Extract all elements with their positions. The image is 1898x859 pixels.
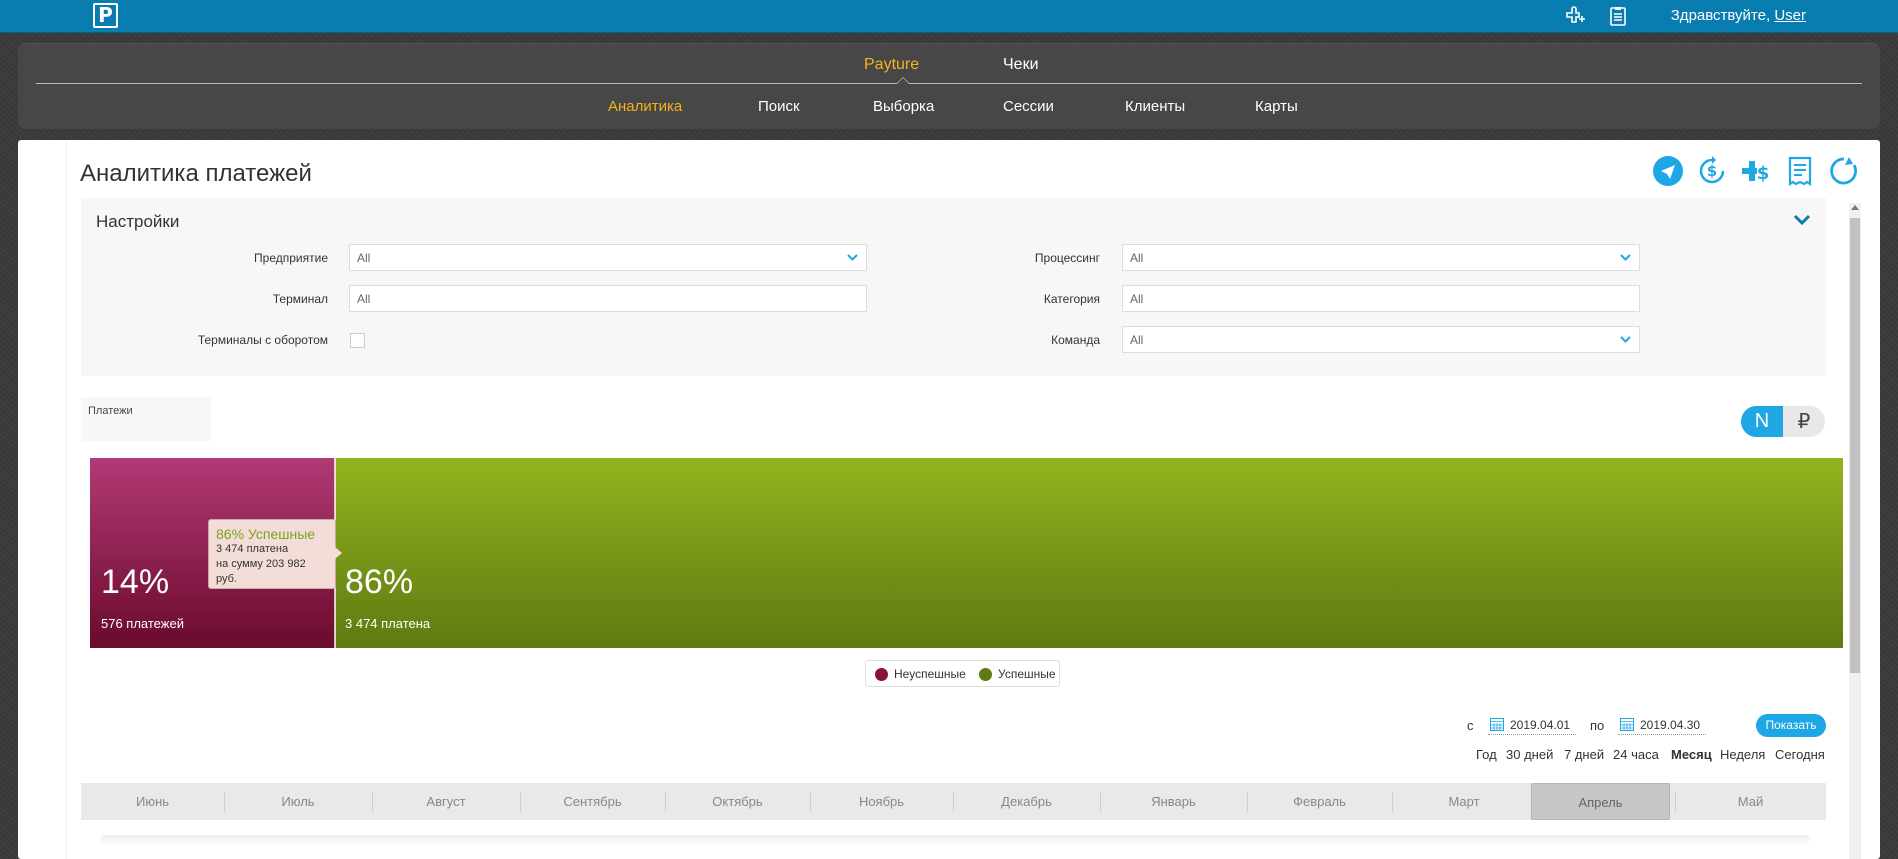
puzzle-plus-icon[interactable] <box>1563 5 1587 27</box>
user-link[interactable]: User <box>1774 7 1806 24</box>
chart-legend: Неуспешные Успешные <box>865 660 1060 687</box>
period-today[interactable]: Сегодня <box>1775 747 1825 762</box>
period-year[interactable]: Год <box>1476 747 1497 762</box>
section-shadow <box>100 835 1810 845</box>
nav-tab-receipts[interactable]: Чеки <box>1003 56 1039 74</box>
enterprise-label: Предприятие <box>254 251 328 265</box>
terminal-label: Терминал <box>272 292 328 306</box>
enterprise-select[interactable]: All <box>349 244 867 271</box>
failed-percent-label: 14% <box>101 563 170 601</box>
legend-item-success[interactable]: Успешные <box>998 667 1056 681</box>
period-month[interactable]: Месяц <box>1671 747 1712 762</box>
nav-sub-sessions[interactable]: Сессии <box>1003 98 1054 115</box>
month-april[interactable]: Апрель <box>1531 783 1670 820</box>
date-from-label: с <box>1467 718 1474 733</box>
chevron-down-icon <box>847 254 858 261</box>
chart-segment-success[interactable] <box>335 458 1843 648</box>
success-percent-label: 86% <box>345 563 414 601</box>
terminal-value: All <box>357 292 371 306</box>
month-march[interactable]: Март <box>1392 783 1536 820</box>
nav-sub-cards[interactable]: Карты <box>1255 98 1298 115</box>
calendar-icon <box>1620 718 1634 731</box>
legend-dot-success <box>979 668 992 681</box>
turnover-label: Терминалы с оборотом <box>197 333 328 347</box>
date-from-input[interactable]: 2019.04.01 <box>1488 715 1576 735</box>
month-october[interactable]: Октябрь <box>665 783 810 820</box>
category-input[interactable]: All <box>1122 285 1640 312</box>
tooltip-sum: на сумму 203 982 руб. <box>216 558 306 585</box>
month-may[interactable]: Май <box>1675 783 1826 820</box>
clipboard-icon[interactable] <box>1606 5 1630 27</box>
nav-divider <box>36 83 1862 84</box>
month-february[interactable]: Февраль <box>1247 783 1392 820</box>
greeting-text: Здравствуйте, <box>1670 7 1775 24</box>
success-count-label: 3 474 платена <box>345 616 431 631</box>
period-week[interactable]: Неделя <box>1720 747 1765 762</box>
command-value: All <box>1130 333 1144 347</box>
toggle-count[interactable]: N <box>1741 406 1783 437</box>
show-button[interactable]: Показать <box>1756 714 1826 737</box>
nav-tab-payture[interactable]: Payture <box>864 56 919 74</box>
month-july[interactable]: Июль <box>224 783 372 820</box>
category-label: Категория <box>1043 292 1100 306</box>
date-to-label: по <box>1590 718 1605 733</box>
chevron-down-icon <box>1620 254 1631 261</box>
month-december[interactable]: Декабрь <box>953 783 1100 820</box>
date-to-input[interactable]: 2019.04.30 <box>1618 715 1706 735</box>
greeting: Здравствуйте, User <box>1671 7 1806 24</box>
month-june[interactable]: Июнь <box>81 783 224 820</box>
nav-sub-selection[interactable]: Выборка <box>873 98 934 115</box>
payments-chart: 14% 576 платежей 86% 3 474 платена <box>90 458 1843 648</box>
category-value: All <box>1130 292 1144 306</box>
app-logo[interactable]: P <box>93 3 118 28</box>
refresh-icon[interactable] <box>1828 155 1860 187</box>
legend-dot-failed <box>875 668 888 681</box>
command-label: Команда <box>1051 333 1100 347</box>
dollar-plus-icon[interactable]: $ <box>1740 155 1772 187</box>
nav-sub-analytics[interactable]: Аналитика <box>608 98 682 115</box>
count-amount-toggle[interactable]: N ₽ <box>1741 406 1825 437</box>
processing-value: All <box>1130 251 1144 265</box>
dollar-refresh-icon[interactable]: $ <box>1696 155 1728 187</box>
processing-select[interactable]: All <box>1122 244 1640 271</box>
month-september[interactable]: Сентябрь <box>520 783 665 820</box>
calendar-icon <box>1490 718 1504 731</box>
send-icon[interactable] <box>1652 155 1684 187</box>
scrollbar-thumb[interactable] <box>1850 218 1860 673</box>
period-7-days[interactable]: 7 дней <box>1564 747 1604 762</box>
settings-title[interactable]: Настройки <box>96 212 179 232</box>
month-august[interactable]: Август <box>372 783 520 820</box>
date-from-value: 2019.04.01 <box>1510 718 1571 732</box>
period-24-hours[interactable]: 24 часа <box>1613 747 1659 762</box>
receipt-icon[interactable] <box>1784 155 1816 187</box>
payments-tab[interactable]: Платежи <box>81 397 211 441</box>
scroll-up-arrow[interactable] <box>1851 205 1859 210</box>
page-title: Аналитика платежей <box>80 160 312 187</box>
legend-item-failed[interactable]: Неуспешные <box>894 667 966 681</box>
top-bar: P Здравствуйте, User <box>0 0 1898 33</box>
chart-tooltip: 86% Успешные 3 474 платена на сумму 203 … <box>208 519 342 589</box>
nav-panel: Payture Чеки Аналитика Поиск Выборка Сес… <box>18 43 1880 129</box>
chevron-down-icon <box>1620 336 1631 343</box>
failed-count-label: 576 платежей <box>101 616 184 631</box>
month-january[interactable]: Январь <box>1100 783 1247 820</box>
month-november[interactable]: Ноябрь <box>810 783 953 820</box>
period-30-days[interactable]: 30 дней <box>1506 747 1553 762</box>
tooltip-title: 86% Успешные <box>216 526 316 542</box>
tooltip-count: 3 474 платена <box>216 543 289 555</box>
terminal-input[interactable]: All <box>349 285 867 312</box>
nav-caret <box>896 77 910 84</box>
svg-text:$: $ <box>1757 163 1770 184</box>
chevron-down-icon[interactable] <box>1793 214 1811 226</box>
svg-text:$: $ <box>1707 162 1717 180</box>
toggle-amount[interactable]: ₽ <box>1783 406 1825 437</box>
nav-sub-clients[interactable]: Клиенты <box>1125 98 1185 115</box>
months-bar: Июнь Июль Август Сентябрь Октябрь Ноябрь… <box>81 783 1826 820</box>
date-to-value: 2019.04.30 <box>1640 718 1701 732</box>
nav-sub-search[interactable]: Поиск <box>758 98 800 115</box>
enterprise-value: All <box>357 251 371 265</box>
command-select[interactable]: All <box>1122 326 1640 353</box>
turnover-checkbox[interactable] <box>350 333 365 348</box>
processing-label: Процессинг <box>1034 251 1100 265</box>
